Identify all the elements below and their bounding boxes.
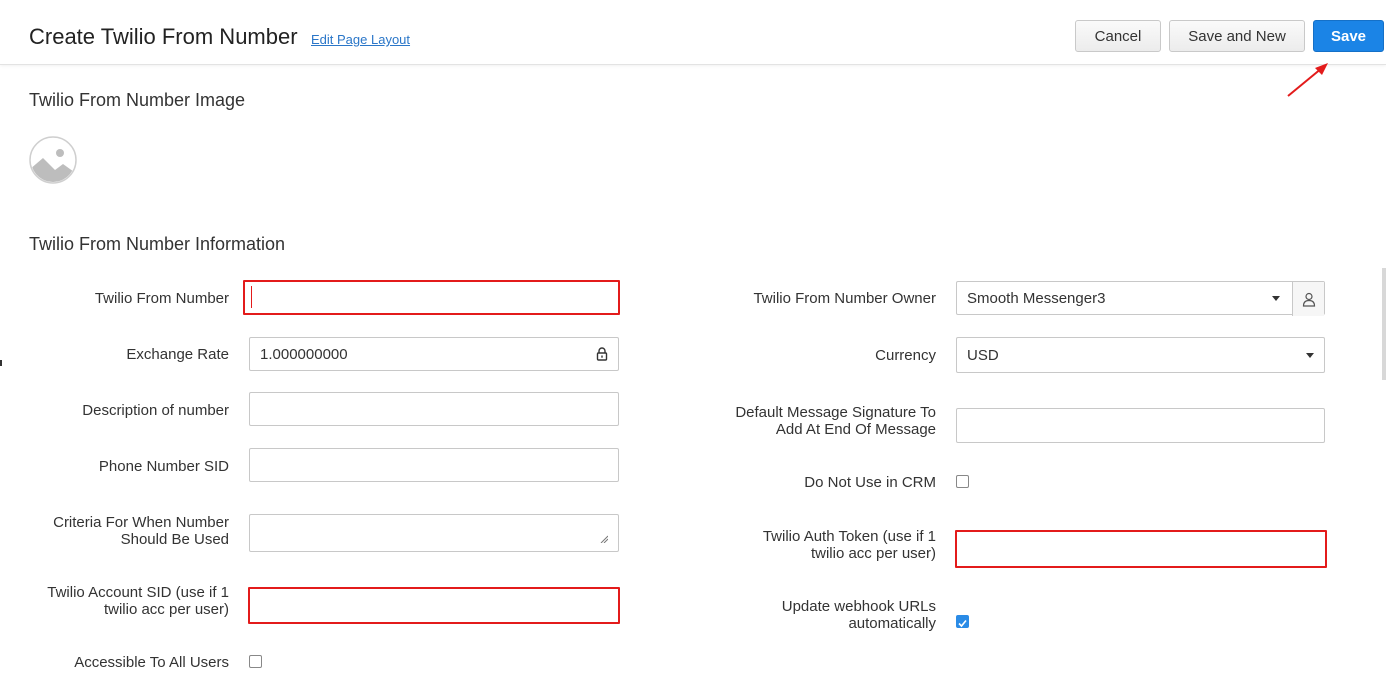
criteria-label-line1: Criteria For When Number [53,514,229,531]
webhook-label: Update webhook URLs automatically [782,598,936,632]
signature-label: Default Message Signature To Add At End … [735,404,936,438]
currency-select[interactable]: USD [956,337,1325,373]
auth-token-label: Twilio Auth Token (use if 1 twilio acc p… [763,528,936,562]
resize-handle-icon[interactable] [600,535,608,543]
exchange-rate-input: 1.000000000 [249,337,619,371]
auth-token-input[interactable] [955,530,1327,568]
save-and-new-button[interactable]: Save and New [1169,20,1305,52]
do-not-use-label: Do Not Use in CRM [804,474,936,491]
auth-token-label-line1: Twilio Auth Token (use if 1 [762,528,936,545]
currency-label: Currency [875,347,936,364]
exchange-rate-label: Exchange Rate [126,346,229,363]
scrollbar[interactable] [1382,268,1386,380]
currency-value: USD [967,346,999,364]
criteria-label-line2: Should Be Used [120,531,229,548]
owner-select[interactable]: Smooth Messenger3 [956,281,1325,316]
chevron-down-icon [1272,296,1280,301]
from-number-input[interactable] [243,280,620,315]
criteria-label: Criteria For When Number Should Be Used [53,514,229,548]
criteria-textarea[interactable] [249,514,619,552]
page-header: Create Twilio From Number Edit Page Layo… [0,0,1386,65]
account-sid-label-line2: twilio acc per user) [103,601,229,618]
signature-input[interactable] [956,408,1325,443]
signature-label-line1: Default Message Signature To [735,404,936,421]
description-label: Description of number [82,402,229,419]
save-button[interactable]: Save [1313,20,1384,52]
accessible-checkbox[interactable] [249,655,262,668]
owner-label: Twilio From Number Owner [753,290,936,307]
phone-sid-input[interactable] [249,448,619,482]
webhook-label-line1: Update webhook URLs [781,598,936,615]
description-input[interactable] [249,392,619,426]
annotation-arrow-icon [1287,63,1328,97]
checkmark-icon [958,619,967,628]
lock-icon [596,347,608,361]
exchange-rate-value: 1.000000000 [260,345,348,363]
signature-label-line2: Add At End Of Message [775,421,936,438]
chevron-down-icon [1306,353,1314,358]
webhook-label-line2: automatically [848,615,936,632]
account-sid-label: Twilio Account SID (use if 1 twilio acc … [47,584,229,618]
user-icon [1302,292,1315,307]
accessible-label: Accessible To All Users [74,654,229,671]
cancel-button[interactable]: Cancel [1075,20,1161,52]
phone-sid-label: Phone Number SID [98,458,229,475]
text-cursor [251,286,252,308]
image-placeholder-icon[interactable] [29,136,77,184]
image-section-title: Twilio From Number Image [29,90,246,110]
from-number-label: Twilio From Number [94,290,229,307]
edge-marker [0,360,2,366]
webhook-checkbox[interactable] [956,615,969,628]
account-sid-input[interactable] [248,587,620,624]
owner-value: Smooth Messenger3 [967,289,1106,307]
info-section-title: Twilio From Number Information [29,234,286,254]
do-not-use-checkbox[interactable] [956,475,969,488]
edit-page-layout-link[interactable]: Edit Page Layout [311,32,410,47]
auth-token-label-line2: twilio acc per user) [810,545,936,562]
user-lookup-icon[interactable] [1292,282,1324,316]
page-title: Create Twilio From Number [29,24,298,49]
account-sid-label-line1: Twilio Account SID (use if 1 [47,584,229,601]
